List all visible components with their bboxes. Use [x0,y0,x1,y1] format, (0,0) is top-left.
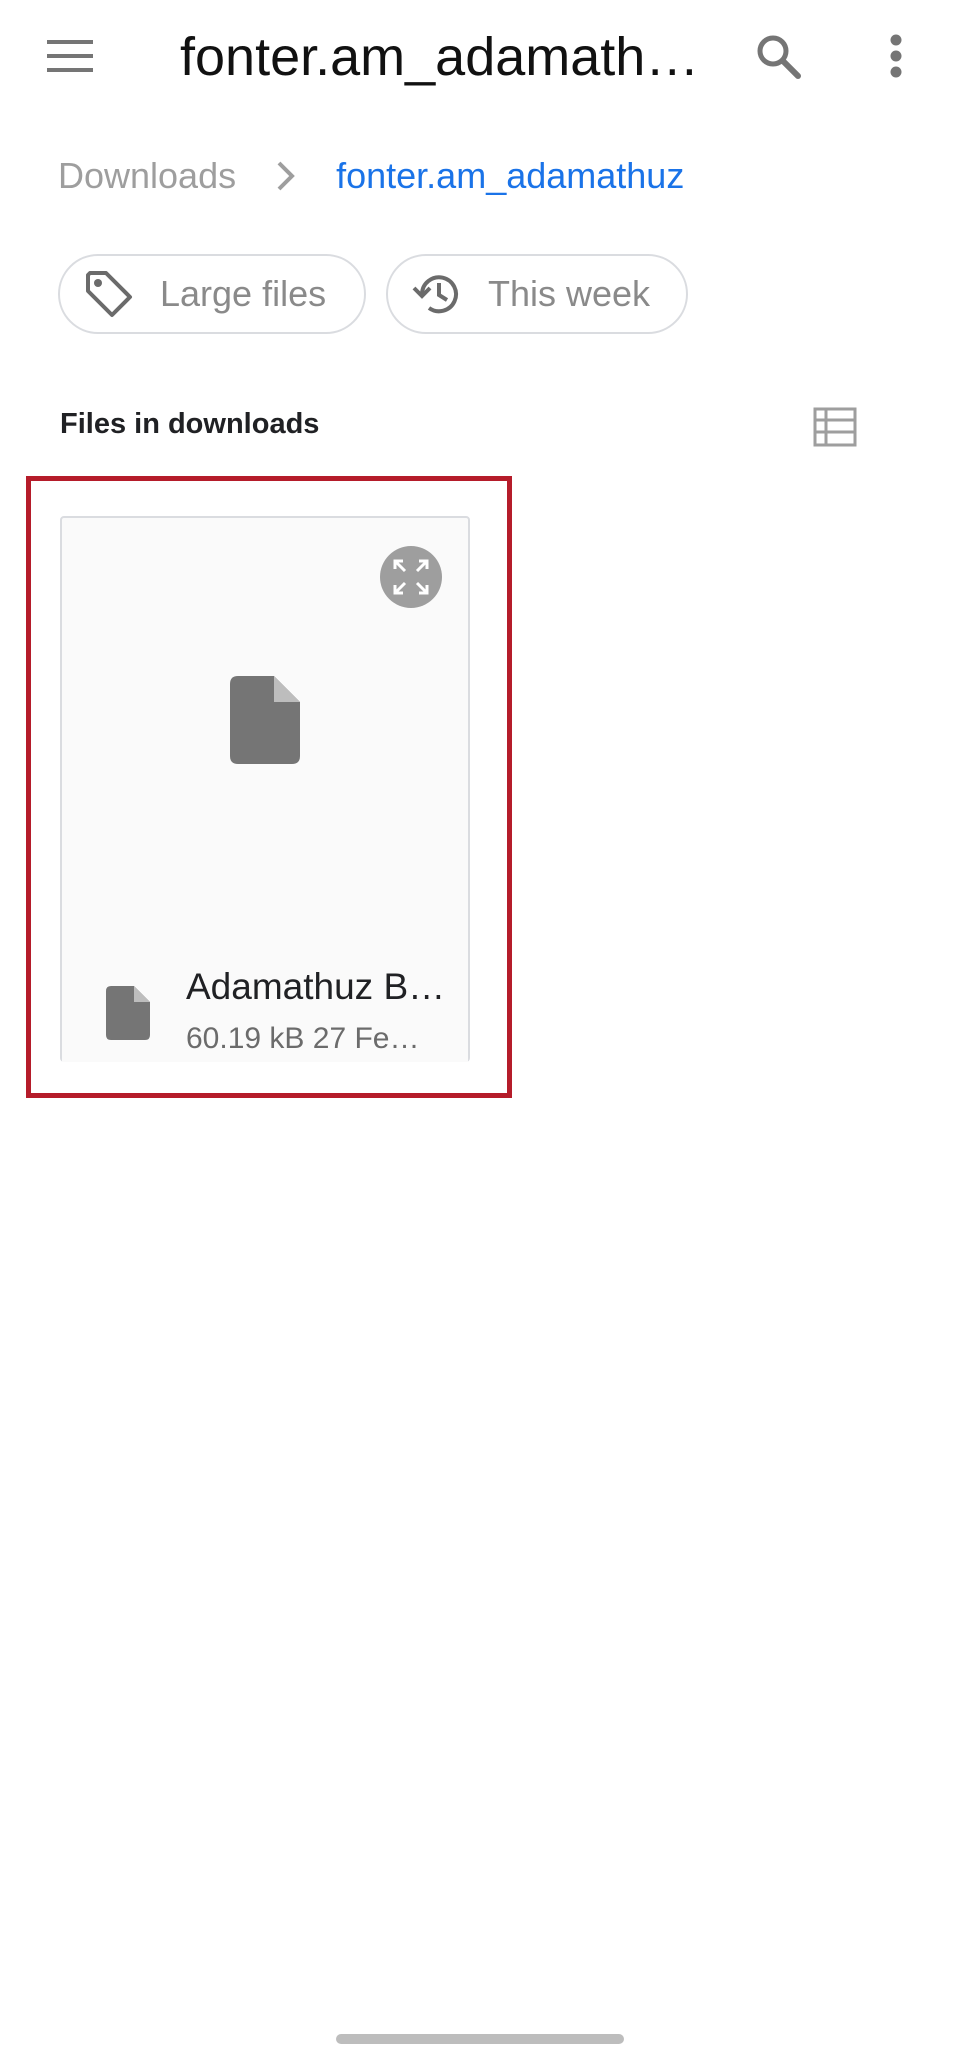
this-week-label: This week [488,273,651,314]
history-icon [410,267,464,321]
file-meta: 60.19 kB 27 Fe… [186,1022,420,1055]
expand-preview-button[interactable] [380,546,442,608]
tag-icon [82,267,136,321]
large-files-label: Large files [160,273,327,314]
menu-button[interactable] [40,26,100,86]
more-vert-icon [890,34,902,78]
breadcrumb-downloads[interactable]: Downloads [58,155,236,197]
page-title: fonter.am_adamath… [180,27,700,87]
list-view-toggle-button[interactable] [810,404,860,450]
hamburger-menu-icon [47,40,93,72]
more-options-button[interactable] [866,26,926,86]
breadcrumb: Downloads fonter.am_adamathuz [58,148,684,204]
file-card-footer: Adamathuz B… 60.19 kB 27 Fe… [62,944,468,1062]
chevron-right-icon [276,160,296,192]
file-icon [106,986,150,1040]
large-files-chip[interactable]: Large files [58,254,366,334]
breadcrumb-current-folder[interactable]: fonter.am_adamathuz [336,155,684,197]
top-app-bar: fonter.am_adamath… [0,0,960,112]
file-card[interactable]: Adamathuz B… 60.19 kB 27 Fe… [60,516,470,1062]
section-title: Files in downloads [60,408,320,440]
fullscreen-icon [393,559,429,595]
file-name: Adamathuz B… [186,966,446,1007]
gesture-navigation-bar[interactable] [336,2034,624,2044]
files-app-screen: fonter.am_adamath… Downloads fonter.am_a… [0,0,960,2057]
search-button[interactable] [748,26,808,86]
this-week-chip[interactable]: This week [386,254,688,334]
search-icon [757,35,801,79]
list-view-icon [813,407,857,447]
file-preview-icon [230,676,300,764]
